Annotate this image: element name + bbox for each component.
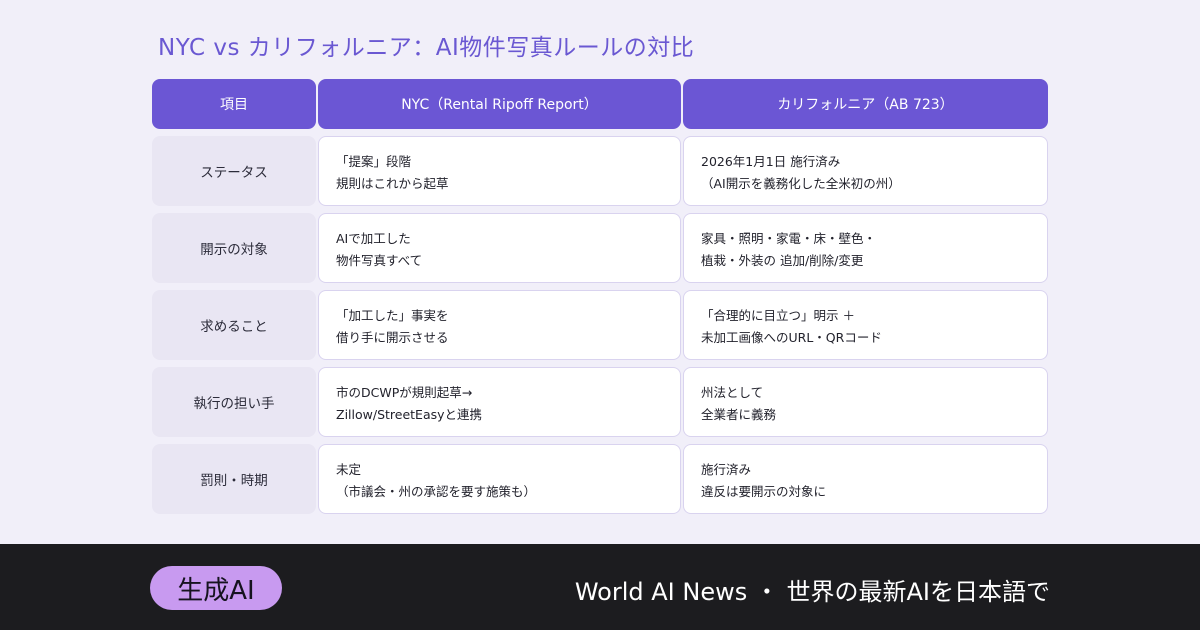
row-label: 執行の担い手	[152, 367, 316, 437]
cell-line: 植栽・外装の 追加/削除/変更	[701, 253, 864, 268]
footer-bar: 生成AI World AI News ・ 世界の最新AIを日本語で	[0, 544, 1200, 630]
table-row: 求めること 「加工した」事実を 借り手に開示させる 「合理的に目立つ」明示 ＋ …	[152, 290, 1048, 360]
nyc-cell: 「加工した」事実を 借り手に開示させる	[318, 290, 681, 360]
comparison-table: 項目 NYC（Rental Ripoff Report） カリフォルニア（AB …	[152, 79, 1048, 521]
header-item: 項目	[152, 79, 316, 129]
cell-line: 「加工した」事実を	[336, 308, 449, 323]
site-tagline: World AI News ・ 世界の最新AIを日本語で	[574, 578, 1050, 606]
nyc-cell: 未定 （市議会・州の承認を要す施策も）	[318, 444, 681, 514]
nyc-cell: 市のDCWPが規則起草→ Zillow/StreetEasyと連携	[318, 367, 681, 437]
cell-line: （市議会・州の承認を要す施策も）	[336, 484, 537, 499]
table-row: 開示の対象 AIで加工した 物件写真すべて 家具・照明・家電・床・壁色・ 植栽・…	[152, 213, 1048, 283]
california-cell: 州法として 全業者に義務	[683, 367, 1048, 437]
cell-line: AIで加工した	[336, 231, 411, 246]
table-header-row: 項目 NYC（Rental Ripoff Report） カリフォルニア（AB …	[152, 79, 1048, 129]
cell-line: 市のDCWPが規則起草→	[336, 385, 473, 400]
row-label: 求めること	[152, 290, 316, 360]
page-title: NYC vs カリフォルニア：AI物件写真ルールの対比	[158, 35, 695, 61]
cell-line: 借り手に開示させる	[336, 330, 449, 345]
nyc-cell: AIで加工した 物件写真すべて	[318, 213, 681, 283]
cell-line: Zillow/StreetEasyと連携	[336, 407, 483, 422]
cell-line: 家具・照明・家電・床・壁色・	[701, 231, 877, 246]
cell-line: 施行済み	[701, 462, 752, 477]
header-nyc: NYC（Rental Ripoff Report）	[318, 79, 681, 129]
cell-line: 未加工画像へのURL・QRコード	[701, 330, 882, 345]
cell-line: 規則はこれから起草	[336, 176, 449, 191]
california-cell: 施行済み 違反は要開示の対象に	[683, 444, 1048, 514]
header-california: カリフォルニア（AB 723）	[683, 79, 1048, 129]
cell-line: （AI開示を義務化した全米初の州）	[701, 176, 901, 191]
table-row: ステータス 「提案」段階 規則はこれから起草 2026年1月1日 施行済み （A…	[152, 136, 1048, 206]
nyc-cell: 「提案」段階 規則はこれから起草	[318, 136, 681, 206]
table-row: 執行の担い手 市のDCWPが規則起草→ Zillow/StreetEasyと連携…	[152, 367, 1048, 437]
row-label: 開示の対象	[152, 213, 316, 283]
cell-line: 未定	[336, 462, 362, 477]
table-row: 罰則・時期 未定 （市議会・州の承認を要す施策も） 施行済み 違反は要開示の対象…	[152, 444, 1048, 514]
category-badge: 生成AI	[150, 566, 282, 610]
california-cell: 家具・照明・家電・床・壁色・ 植栽・外装の 追加/削除/変更	[683, 213, 1048, 283]
cell-line: 「提案」段階	[336, 154, 412, 169]
cell-line: 州法として	[701, 385, 764, 400]
row-label: 罰則・時期	[152, 444, 316, 514]
california-cell: 2026年1月1日 施行済み （AI開示を義務化した全米初の州）	[683, 136, 1048, 206]
cell-line: 物件写真すべて	[336, 253, 423, 268]
cell-line: 違反は要開示の対象に	[701, 484, 827, 499]
california-cell: 「合理的に目立つ」明示 ＋ 未加工画像へのURL・QRコード	[683, 290, 1048, 360]
row-label: ステータス	[152, 136, 316, 206]
cell-line: 「合理的に目立つ」明示 ＋	[701, 308, 855, 323]
cell-line: 2026年1月1日 施行済み	[701, 154, 841, 169]
cell-line: 全業者に義務	[701, 407, 777, 422]
